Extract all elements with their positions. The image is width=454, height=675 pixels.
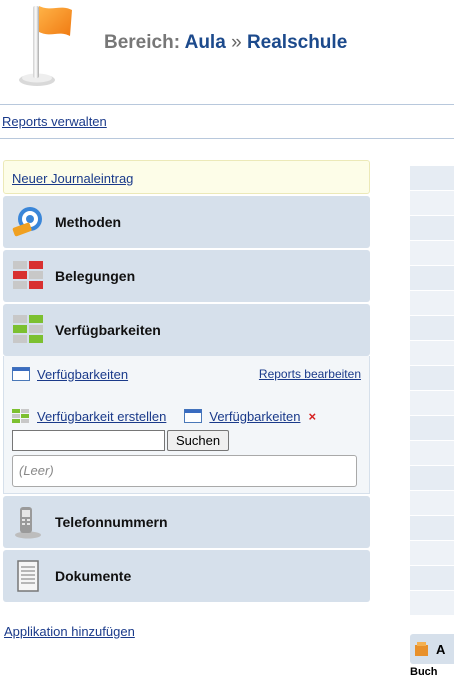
table-row xyxy=(410,191,454,215)
right-table-strip xyxy=(410,166,454,616)
phone-icon xyxy=(15,507,41,539)
right-panel-pill[interactable]: A xyxy=(410,634,454,664)
reports-manage-link[interactable]: Reports verwalten xyxy=(2,114,107,129)
table-row xyxy=(410,466,454,490)
section-label: Belegungen xyxy=(55,268,136,284)
section-label: Verfügbarkeiten xyxy=(55,322,161,338)
table-row xyxy=(410,566,454,590)
section-label: Methoden xyxy=(55,214,122,230)
section-label: Telefonnummern xyxy=(55,514,168,530)
page-header: Bereich: Aula » Realschule xyxy=(0,0,454,104)
table-row xyxy=(410,316,454,340)
table-row xyxy=(410,491,454,515)
window-icon xyxy=(184,409,203,423)
table-row xyxy=(410,516,454,540)
title-prefix: Bereich: xyxy=(104,32,181,53)
table-row xyxy=(410,216,454,240)
title-separator: » xyxy=(231,32,242,53)
table-row xyxy=(410,241,454,265)
section-belegungen[interactable]: Belegungen xyxy=(3,250,370,302)
section-methoden[interactable]: Methoden xyxy=(3,196,370,248)
flag-icon xyxy=(19,6,72,86)
add-application-link[interactable]: Applikation hinzufügen xyxy=(4,624,135,639)
create-availability-link[interactable]: Verfügbarkeit erstellen xyxy=(37,409,166,424)
table-row xyxy=(410,541,454,565)
page-title: Bereich: Aula » Realschule xyxy=(104,32,347,54)
table-row xyxy=(410,341,454,365)
section-label: Dokumente xyxy=(55,568,132,584)
bookings-icon xyxy=(13,261,43,289)
section-telefonnummern[interactable]: Telefonnummern xyxy=(3,496,370,548)
title-subarea: Realschule xyxy=(246,32,348,53)
search-input[interactable] xyxy=(12,430,165,451)
right-panel-subtext: Buch xyxy=(410,666,438,675)
journal-box: Neuer Journaleintrag xyxy=(3,160,370,194)
availability-icon xyxy=(13,315,43,343)
header-divider xyxy=(0,104,454,105)
section-dokumente[interactable]: Dokumente xyxy=(3,550,370,602)
right-panel-label: A xyxy=(436,641,446,657)
table-row xyxy=(410,591,454,615)
new-journal-entry-link[interactable]: Neuer Journaleintrag xyxy=(12,171,133,186)
search-button[interactable]: Suchen xyxy=(167,430,230,451)
availability-report-link[interactable]: Verfügbarkeiten xyxy=(37,367,128,382)
section-verfuegbarkeiten[interactable]: Verfügbarkeiten xyxy=(3,304,370,356)
search-results: (Leer) xyxy=(12,455,357,487)
reports-divider xyxy=(0,138,454,139)
table-row xyxy=(410,266,454,290)
table-row xyxy=(410,291,454,315)
empty-results-text: (Leer) xyxy=(19,463,54,478)
table-row xyxy=(410,441,454,465)
edit-reports-link[interactable]: Reports bearbeiten xyxy=(259,367,361,381)
table-row xyxy=(410,391,454,415)
availability-panel: Verfügbarkeiten Reports bearbeiten Verfü… xyxy=(3,356,370,494)
document-icon xyxy=(17,560,39,592)
sidebar: Neuer Journaleintrag Methoden Belegungen… xyxy=(3,160,370,602)
create-availability-icon xyxy=(12,409,29,423)
delete-icon[interactable]: × xyxy=(308,409,316,424)
right-panel-header: A Buch xyxy=(410,634,454,675)
box-icon xyxy=(415,642,428,656)
availability-list-link[interactable]: Verfügbarkeiten xyxy=(209,409,300,424)
title-area: Aula xyxy=(184,32,226,53)
window-icon xyxy=(12,367,30,381)
methods-icon xyxy=(12,207,42,237)
table-row xyxy=(410,366,454,390)
table-row xyxy=(410,416,454,440)
table-row xyxy=(410,166,454,190)
